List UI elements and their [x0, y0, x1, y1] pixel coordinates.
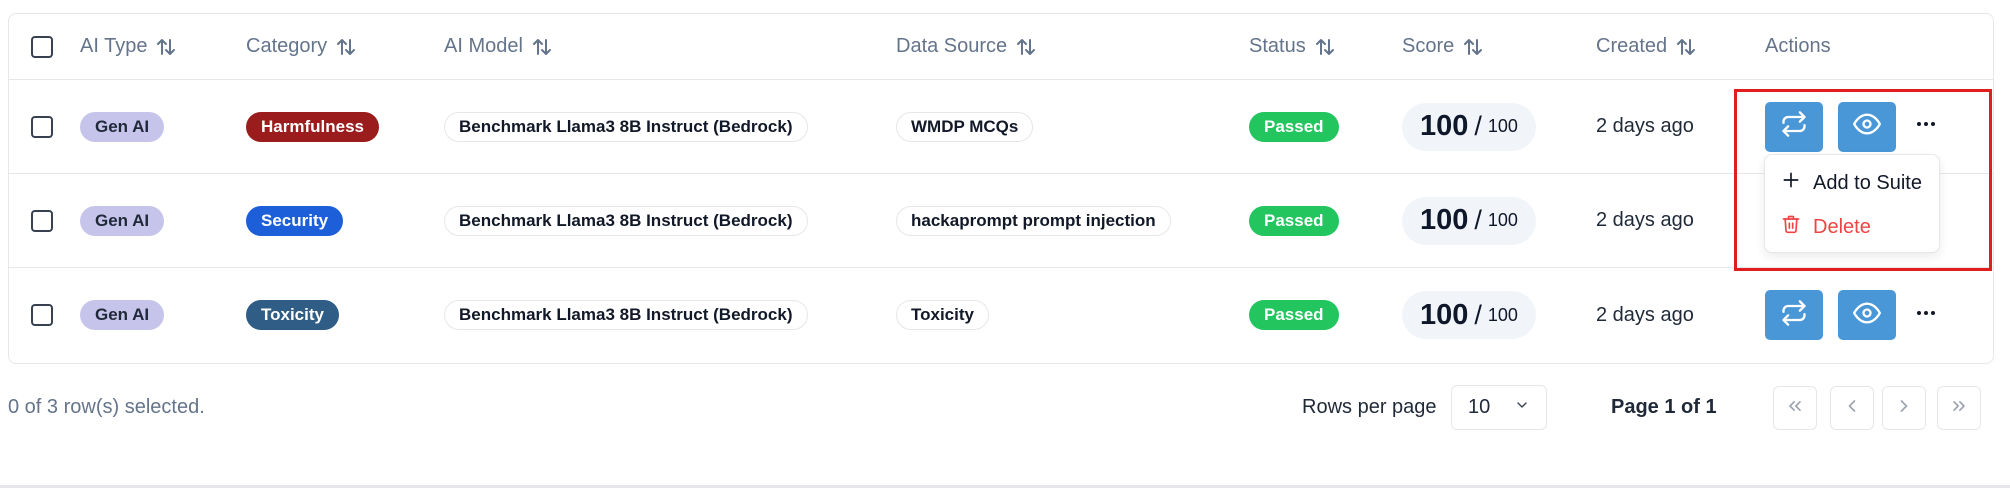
header-ai-type[interactable]: AI Type	[80, 14, 177, 79]
row-checkbox[interactable]	[31, 209, 53, 232]
header-ai-type-label: AI Type	[80, 35, 148, 57]
ai-model-badge: Benchmark Llama3 8B Instruct (Bedrock)	[444, 300, 808, 330]
sort-icon[interactable]	[531, 36, 553, 58]
category-badge: Toxicity	[246, 300, 339, 330]
score-value: 100	[1420, 298, 1469, 331]
header-actions-label: Actions	[1765, 35, 1831, 57]
table-row: Gen AI Toxicity Benchmark Llama3 8B Inst…	[9, 268, 1993, 362]
results-table: AI Type Category AI Model Data Source St…	[8, 13, 1994, 364]
chevron-down-icon	[1514, 396, 1530, 419]
ai-model-badge: Benchmark Llama3 8B Instruct (Bedrock)	[444, 111, 808, 142]
status-badge: Passed	[1249, 300, 1339, 330]
header-category[interactable]: Category	[246, 14, 357, 79]
score-display: 100 / 100	[1402, 196, 1536, 245]
sort-icon[interactable]	[155, 36, 177, 58]
row-checkbox[interactable]	[31, 115, 53, 138]
created-date: 2 days ago	[1596, 115, 1694, 137]
rerun-button[interactable]	[1765, 290, 1823, 340]
header-ai-model[interactable]: AI Model	[444, 14, 553, 79]
ai-type-badge: Gen AI	[80, 300, 165, 330]
header-score-label: Score	[1402, 35, 1455, 57]
category-badge: Security	[246, 205, 344, 236]
status-badge: Passed	[1249, 205, 1339, 236]
chevrons-right-icon	[1949, 396, 1969, 421]
category-badge: Harmfulness	[246, 111, 379, 142]
score-max: 100	[1487, 210, 1518, 230]
table-header: AI Type Category AI Model Data Source St…	[9, 14, 1993, 80]
header-status-label: Status	[1249, 35, 1306, 57]
header-score[interactable]: Score	[1402, 14, 1484, 79]
next-page-button[interactable]	[1882, 386, 1926, 430]
select-all-checkbox[interactable]	[31, 35, 53, 58]
table-row: Gen AI Security Benchmark Llama3 8B Inst…	[9, 174, 1993, 268]
sort-icon[interactable]	[1015, 36, 1037, 58]
score-value: 100	[1420, 204, 1469, 236]
created-date: 2 days ago	[1596, 303, 1694, 326]
header-created-label: Created	[1596, 35, 1668, 57]
highlight-annotation	[1734, 89, 1992, 271]
header-status[interactable]: Status	[1249, 14, 1336, 79]
selection-count: 0 of 3 row(s) selected.	[8, 396, 205, 418]
sort-icon[interactable]	[1314, 36, 1336, 58]
score-separator: /	[1474, 205, 1482, 235]
header-created[interactable]: Created	[1596, 14, 1697, 79]
chevrons-left-icon	[1785, 396, 1805, 421]
view-button[interactable]	[1838, 290, 1896, 340]
table-row: Gen AI Harmfulness Benchmark Llama3 8B I…	[9, 80, 1993, 174]
created-date: 2 days ago	[1596, 209, 1694, 231]
header-ai-model-label: AI Model	[444, 35, 523, 57]
previous-page-button[interactable]	[1830, 386, 1874, 430]
score-display: 100 / 100	[1402, 102, 1536, 151]
header-actions: Actions	[1765, 14, 1831, 79]
eye-icon	[1853, 299, 1881, 332]
rows-per-page-label: Rows per page	[1302, 396, 1437, 418]
sort-icon[interactable]	[1462, 36, 1484, 58]
score-max: 100	[1487, 116, 1518, 136]
chevron-left-icon	[1842, 396, 1862, 421]
row-checkbox[interactable]	[31, 304, 53, 326]
data-source-badge: Toxicity	[896, 300, 989, 330]
more-horizontal-icon	[1914, 301, 1938, 330]
rows-per-page-select[interactable]: 10	[1451, 385, 1547, 430]
ai-model-badge: Benchmark Llama3 8B Instruct (Bedrock)	[444, 205, 808, 236]
header-data-source[interactable]: Data Source	[896, 14, 1037, 79]
ai-type-badge: Gen AI	[80, 111, 165, 142]
data-source-badge: WMDP MCQs	[896, 111, 1034, 142]
ai-type-badge: Gen AI	[80, 205, 165, 236]
last-page-button[interactable]	[1937, 386, 1981, 430]
header-category-label: Category	[246, 35, 328, 57]
score-separator: /	[1474, 299, 1482, 330]
status-badge: Passed	[1249, 111, 1339, 142]
data-source-badge: hackaprompt prompt injection	[896, 205, 1171, 236]
sort-icon[interactable]	[1675, 36, 1697, 58]
score-max: 100	[1487, 304, 1518, 325]
first-page-button[interactable]	[1773, 386, 1817, 430]
chevron-right-icon	[1894, 396, 1914, 421]
more-actions-button[interactable]	[1911, 300, 1941, 330]
header-data-source-label: Data Source	[896, 35, 1008, 57]
page-info: Page 1 of 1	[1611, 396, 1717, 418]
score-value: 100	[1420, 110, 1469, 142]
score-display: 100 / 100	[1402, 291, 1536, 339]
repeat-icon	[1780, 299, 1808, 332]
rows-per-page-value: 10	[1468, 396, 1491, 418]
score-separator: /	[1474, 111, 1482, 141]
sort-icon[interactable]	[335, 36, 357, 58]
